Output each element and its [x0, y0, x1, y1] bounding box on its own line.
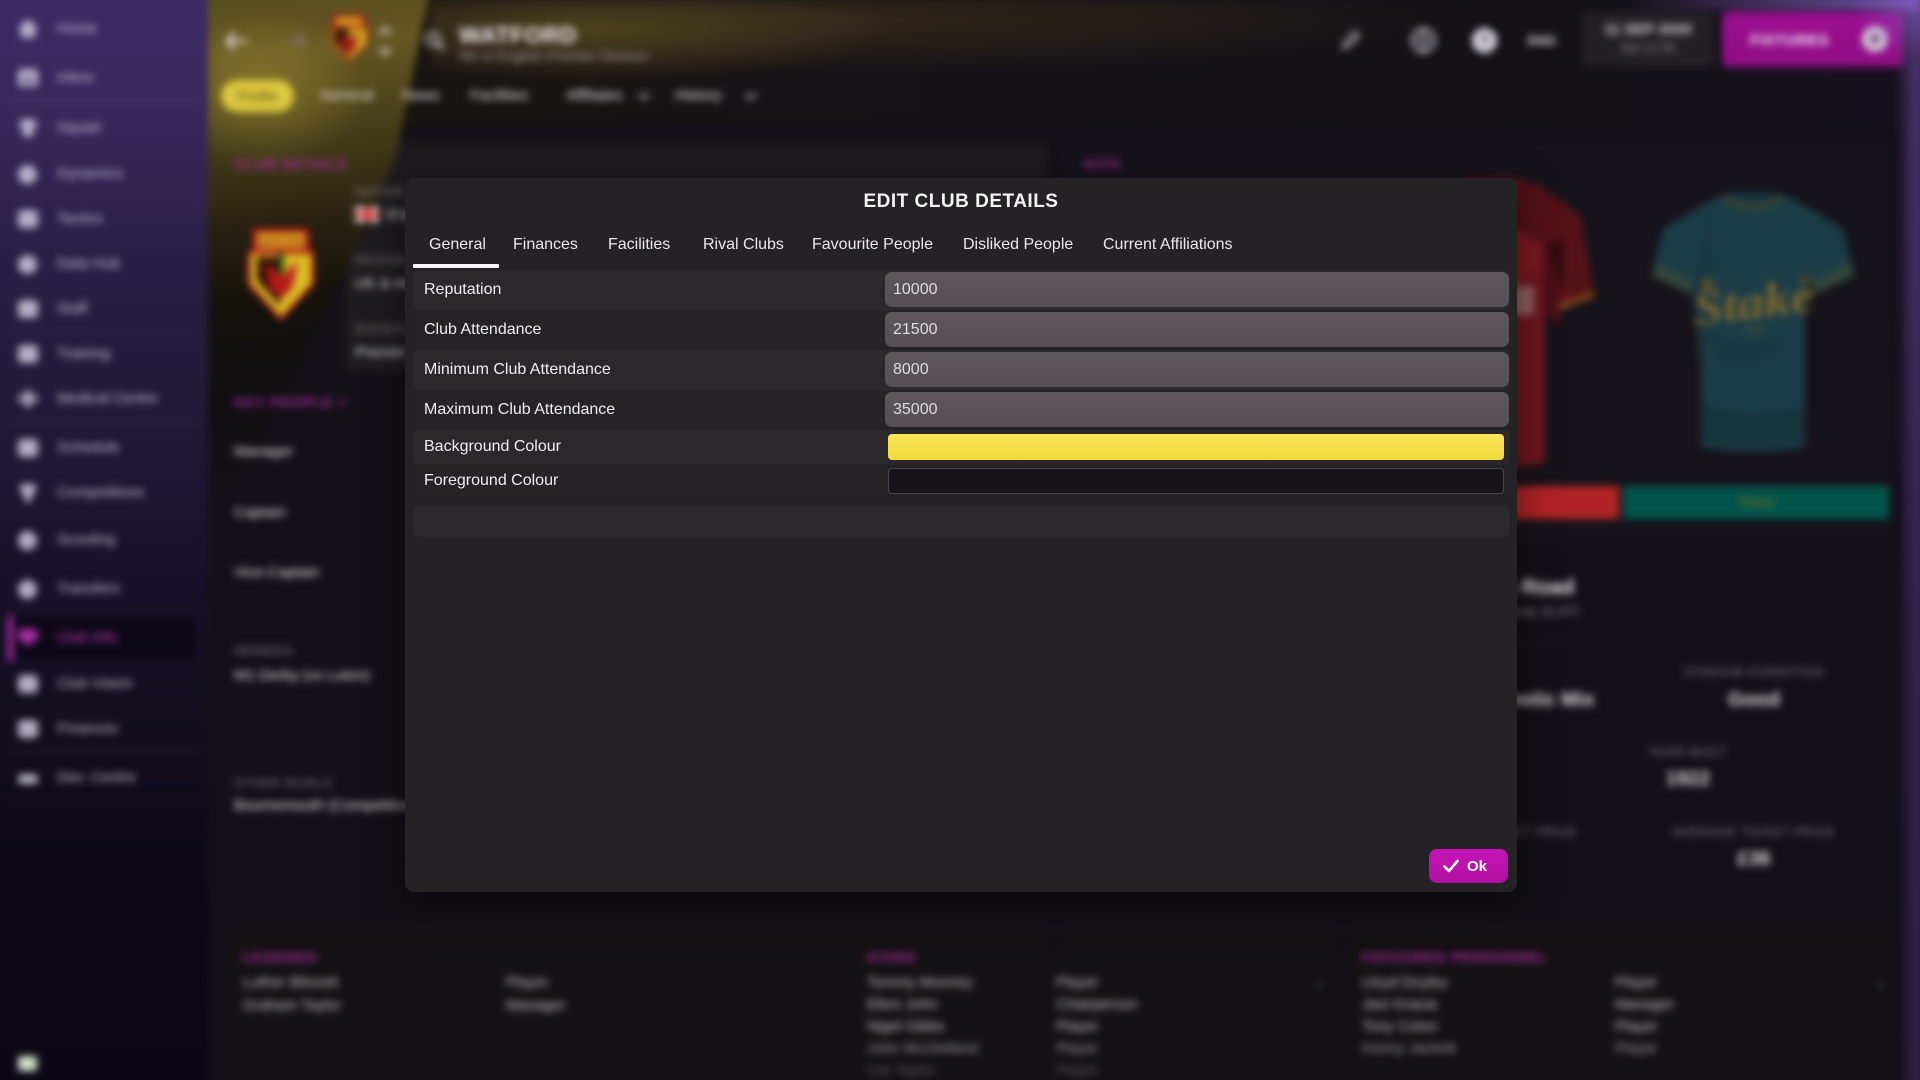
svg-text:.com: .com — [1743, 325, 1765, 336]
svg-text:WATFORD: WATFORD — [259, 237, 304, 247]
svg-text:?: ? — [1480, 33, 1490, 50]
